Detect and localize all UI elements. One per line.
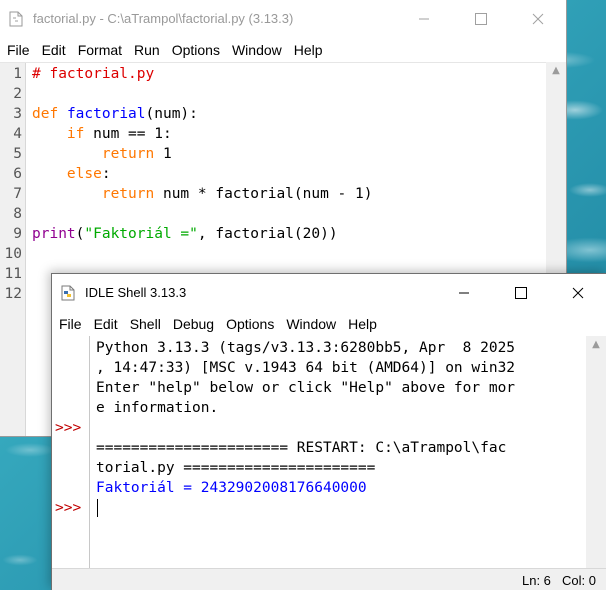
code-line: if num == 1: [32,124,172,144]
python-file-icon [60,285,76,301]
line-number: 4 [13,126,22,142]
menu-help[interactable]: Help [342,316,383,332]
minimize-button[interactable] [395,0,452,37]
shell-line: Faktoriál = 2432902008176640000 [96,480,367,496]
maximize-icon [474,12,487,25]
python-file-icon [8,11,24,27]
close-button[interactable] [549,274,606,311]
keyword-token: else [66,166,102,182]
code-line: else: [32,164,111,184]
menu-file[interactable]: File [52,316,88,332]
editor-titlebar[interactable]: factorial.py - C:\aTrampol\factorial.py … [0,0,566,37]
line-number: 3 [13,106,22,122]
maximize-button[interactable] [492,274,549,311]
editor-window-title: factorial.py - C:\aTrampol\factorial.py … [33,11,294,26]
minimize-icon [418,18,429,19]
shell-vertical-scrollbar[interactable]: ▲ [586,336,606,568]
code-line: return 1 [32,144,172,164]
shell-line: Python 3.13.3 (tags/v3.13.3:6280bb5, Apr… [96,340,516,356]
shell-titlebar[interactable]: IDLE Shell 3.13.3 [52,274,606,311]
close-icon [572,287,583,298]
scroll-up-arrow-icon[interactable]: ▲ [550,66,562,76]
code-token: 1 [154,146,172,162]
code-token: num * factorial(num - 1) [154,186,373,202]
menu-edit[interactable]: Edit [88,316,124,332]
shell-line: ====================== RESTART: C:\aTram… [96,440,507,456]
line-number-gutter: 1 2 3 4 5 6 7 8 9 10 11 12 [0,63,26,436]
line-number: 10 [4,246,22,262]
comment-token: # factorial.py [32,66,155,82]
line-number: 6 [13,166,22,182]
builtin-token: print [32,226,76,242]
status-line: Ln: 6 [522,573,551,588]
menu-run[interactable]: Run [128,42,166,58]
string-token: "Faktoriál =" [84,226,198,242]
menu-help[interactable]: Help [288,42,329,58]
shell-output-area[interactable]: >>> >>> Python 3.13.3 (tags/v3.13.3:6280… [52,336,606,568]
shell-prompt: >>> [55,420,82,436]
shell-line: Enter "help" below or click "Help" above… [96,380,516,396]
keyword-token: if [66,126,85,142]
shell-line: e information. [96,400,219,416]
code-text: # factorial.py def factorial(num): if nu… [32,63,372,243]
line-number: 8 [13,206,22,222]
code-line: return num * factorial(num - 1) [32,184,373,204]
menu-options[interactable]: Options [166,42,226,58]
menu-window[interactable]: Window [280,316,342,332]
code-token: (num): [145,106,198,122]
line-number: 11 [4,266,22,282]
shell-window: IDLE Shell 3.13.3 File Edit Shell Debug … [51,273,606,590]
shell-menubar: File Edit Shell Debug Options Window Hel… [52,311,606,336]
menu-shell[interactable]: Shell [124,316,167,332]
shell-line: torial.py ====================== [96,460,376,476]
status-bar: Ln: 6 Col: 0 [52,568,606,590]
minimize-icon [458,292,469,293]
maximize-button[interactable] [452,0,509,37]
definition-token: factorial [66,106,146,122]
minimize-button[interactable] [435,274,492,311]
menu-edit[interactable]: Edit [36,42,72,58]
status-column: Col: 0 [562,573,596,588]
code-token: : [101,166,111,182]
line-number: 7 [13,186,22,202]
line-number: 1 [13,66,22,82]
text-cursor [97,499,98,517]
close-button[interactable] [509,0,566,37]
code-line: print("Faktoriál =", factorial(20)) [32,224,338,244]
code-line: # factorial.py [32,64,154,84]
shell-window-title: IDLE Shell 3.13.3 [85,285,187,300]
scroll-up-arrow-icon[interactable]: ▲ [590,340,602,350]
editor-menubar: File Edit Format Run Options Window Help [0,37,566,62]
close-icon [532,13,543,24]
code-line: def factorial(num): [32,104,198,124]
menu-debug[interactable]: Debug [167,316,220,332]
code-token: num == 1: [84,126,172,142]
line-number: 9 [13,226,22,242]
shell-line: , 14:47:33) [MSC v.1943 64 bit (AMD64)] … [96,360,516,376]
keyword-token: return [101,146,155,162]
maximize-icon [514,286,527,299]
keyword-token: def [32,106,59,122]
keyword-token: return [101,186,155,202]
prompt-gutter: >>> >>> [52,336,90,568]
line-number: 5 [13,146,22,162]
menu-window[interactable]: Window [226,42,288,58]
shell-prompt: >>> [55,500,82,516]
code-token: , factorial(20)) [197,226,338,242]
line-number: 12 [4,286,22,302]
menu-file[interactable]: File [0,42,36,58]
line-number: 2 [13,86,22,102]
shell-text: Python 3.13.3 (tags/v3.13.3:6280bb5, Apr… [96,336,515,556]
menu-format[interactable]: Format [72,42,128,58]
menu-options[interactable]: Options [220,316,280,332]
